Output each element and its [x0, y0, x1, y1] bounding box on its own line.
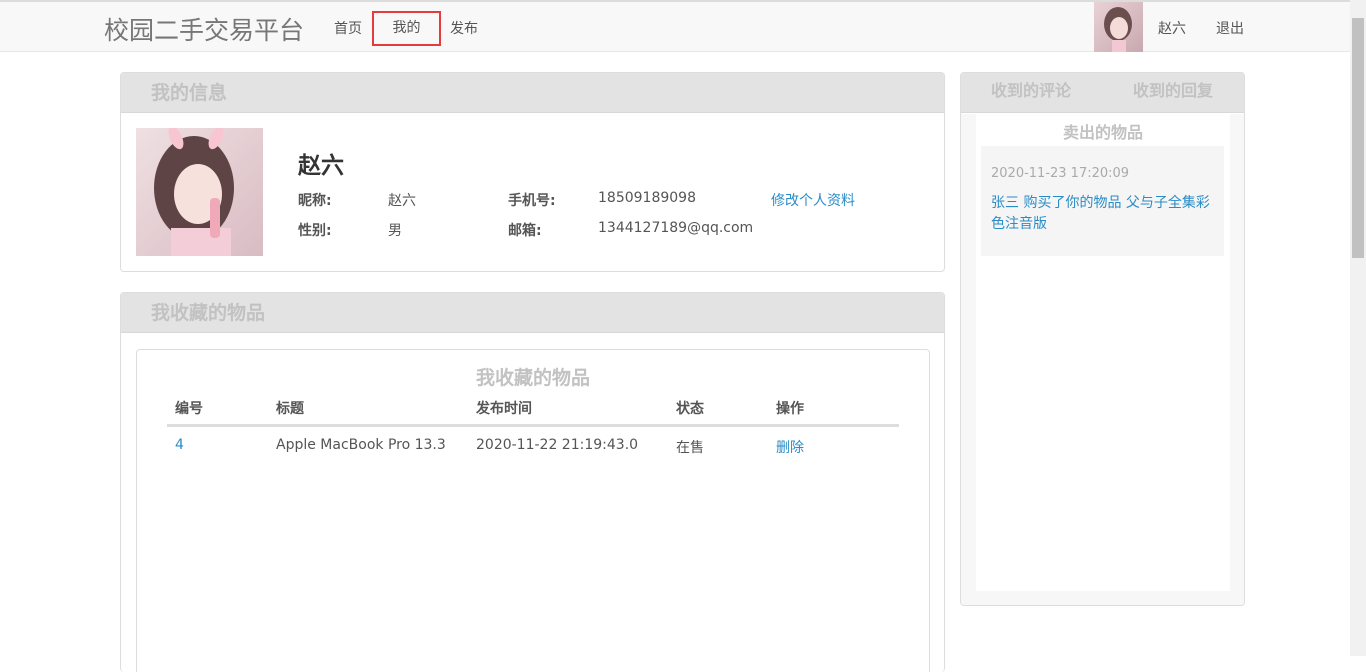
- header-divider: [167, 424, 899, 427]
- nav-home-link[interactable]: 首页: [334, 18, 362, 38]
- my-info-panel: 我的信息 赵六 昵称: 赵六 手机号: 18509189098 修改个人资料 性…: [120, 72, 945, 272]
- col-header-time: 发布时间: [476, 401, 532, 417]
- email-value: 1344127189@qq.com: [598, 220, 754, 236]
- nickname-value: 赵六: [388, 193, 416, 209]
- gender-value: 男: [388, 223, 402, 239]
- row-status: 在售: [676, 440, 704, 456]
- tab-received-replies[interactable]: 收到的回复: [1133, 73, 1213, 109]
- nav-username[interactable]: 赵六: [1158, 18, 1186, 38]
- notifications-panel: 收到的评论 收到的回复 卖出的物品 2020-11-23 17:20:09 张三…: [960, 72, 1245, 606]
- col-header-title: 标题: [276, 401, 304, 417]
- tab-received-comments[interactable]: 收到的评论: [991, 73, 1071, 109]
- phone-value: 18509189098: [598, 190, 696, 206]
- email-label: 邮箱:: [508, 223, 542, 239]
- col-header-status: 状态: [676, 401, 704, 417]
- my-info-header: 我的信息: [121, 73, 944, 113]
- top-navbar: 校园二手交易平台 首页 我的 发布 赵六 退出: [0, 0, 1350, 52]
- display-name: 赵六: [298, 153, 344, 179]
- scrollbar-thumb[interactable]: [1352, 18, 1364, 258]
- nav-mine-link[interactable]: 我的: [372, 11, 441, 46]
- brand-title[interactable]: 校园二手交易平台: [104, 11, 304, 47]
- favorites-table-card: 我收藏的物品 编号 标题 发布时间 状态 操作 4 Apple MacBook …: [136, 349, 930, 672]
- row-title: Apple MacBook Pro 13.3: [276, 437, 446, 453]
- favorites-table-title: 我收藏的物品: [475, 367, 590, 389]
- profile-photo: [136, 128, 263, 256]
- notifications-tabs: 收到的评论 收到的回复: [961, 73, 1244, 113]
- message-link[interactable]: 张三 购买了你的物品 父与子全集彩色注音版: [991, 193, 1214, 235]
- page-scrollbar[interactable]: [1350, 0, 1366, 656]
- nav-avatar[interactable]: [1094, 2, 1143, 52]
- sold-items-section: 卖出的物品 2020-11-23 17:20:09 张三 购买了你的物品 父与子…: [976, 114, 1230, 591]
- list-item: 2020-11-23 17:20:09 张三 购买了你的物品 父与子全集彩色注音…: [981, 146, 1224, 256]
- row-delete-link[interactable]: 删除: [776, 437, 804, 457]
- sold-items-title[interactable]: 卖出的物品: [976, 119, 1230, 143]
- gender-label: 性别:: [298, 223, 332, 239]
- row-id-link[interactable]: 4: [175, 437, 184, 453]
- nickname-label: 昵称:: [298, 193, 332, 209]
- message-time: 2020-11-23 17:20:09: [991, 166, 1130, 181]
- col-header-id: 编号: [175, 401, 203, 417]
- favorites-header: 我收藏的物品: [121, 293, 944, 333]
- row-time: 2020-11-22 21:19:43.0: [476, 437, 639, 453]
- favorites-panel: 我收藏的物品 我收藏的物品 编号 标题 发布时间 状态 操作 4 Apple M…: [120, 292, 945, 672]
- nav-logout-link[interactable]: 退出: [1216, 18, 1244, 38]
- nav-post-link[interactable]: 发布: [450, 18, 478, 38]
- edit-profile-link[interactable]: 修改个人资料: [771, 190, 855, 210]
- phone-label: 手机号:: [508, 193, 556, 209]
- col-header-action: 操作: [776, 401, 804, 417]
